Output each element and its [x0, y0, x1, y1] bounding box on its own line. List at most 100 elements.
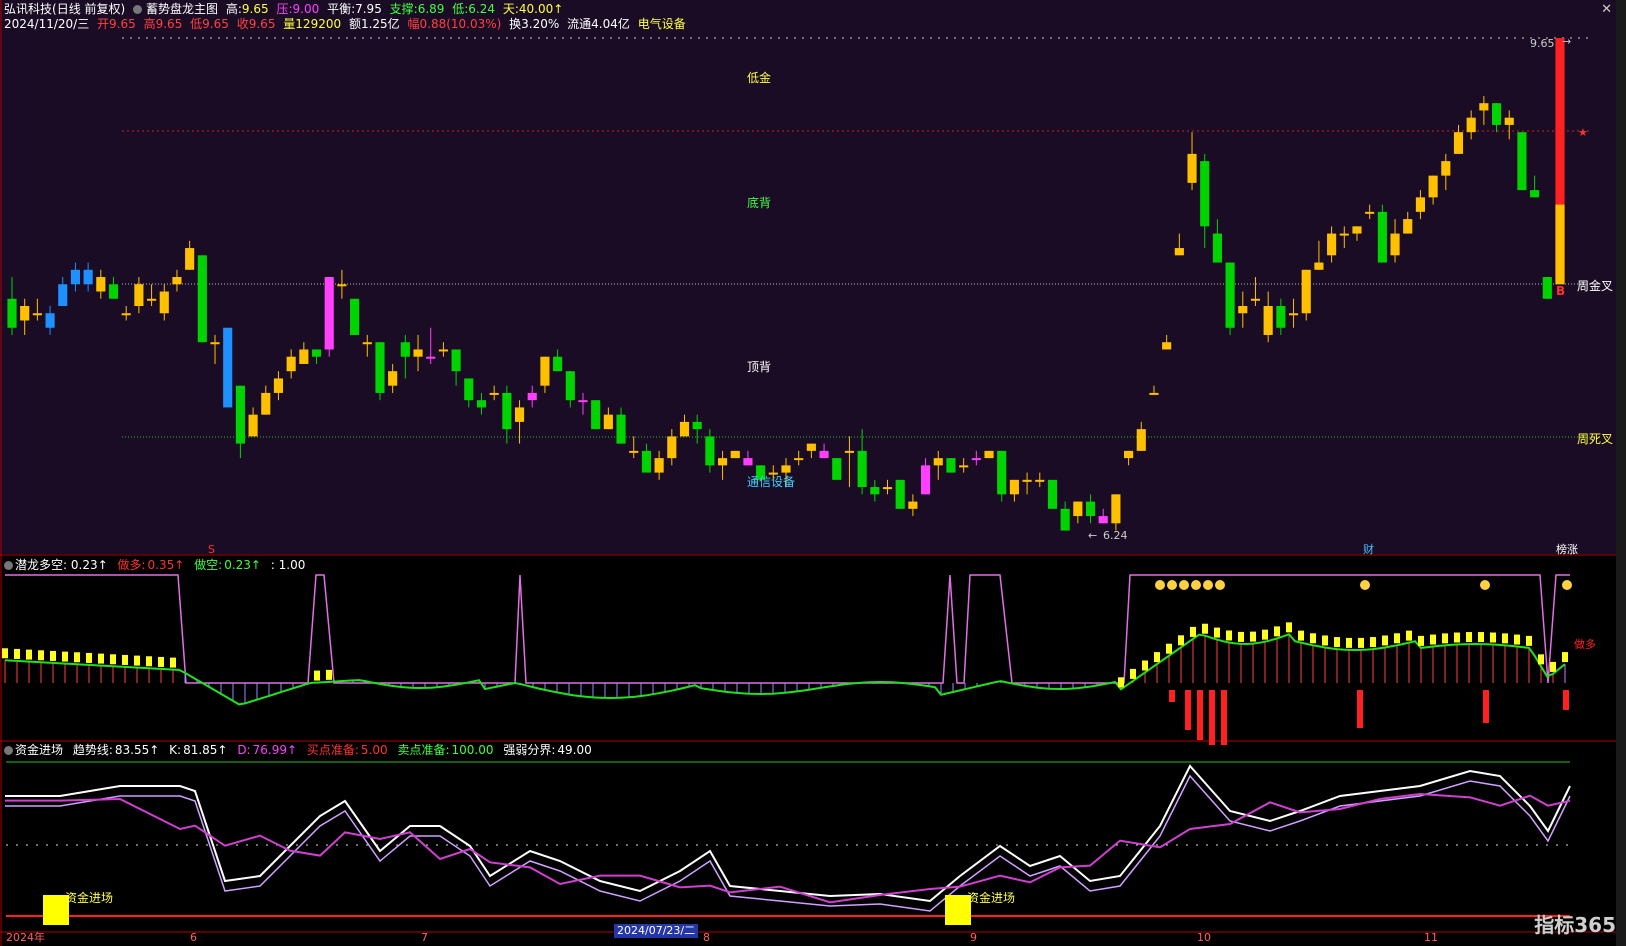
yellow-bar: [62, 651, 68, 662]
panel3-name[interactable]: 资金进场: [15, 743, 63, 757]
panel2-settings-icon[interactable]: [4, 561, 13, 570]
yellow-bar: [134, 655, 140, 666]
candle-body: [1517, 132, 1527, 191]
d-value: 76.99↑: [252, 743, 298, 757]
candle-body: [1301, 269, 1311, 314]
quote-change: 幅0.88(10.03%): [407, 17, 502, 31]
max-price-arrow-icon: →: [1562, 35, 1571, 48]
candle-body: [1085, 501, 1096, 517]
selected-date-box[interactable]: 2024/07/23/二: [614, 924, 699, 938]
candle-body: [70, 269, 81, 285]
panel3-settings-icon[interactable]: [4, 746, 13, 755]
sky-value: 40.00↑: [518, 2, 564, 16]
x-tick-label: 2024年: [6, 930, 45, 944]
candle-body: [1212, 233, 1222, 263]
candle-body: [197, 255, 207, 343]
candle-body: [1250, 298, 1261, 301]
sky-label: 天:: [502, 2, 519, 16]
yellow-bar: [38, 650, 44, 661]
candle-body: [147, 298, 157, 301]
x-tick-label: 10: [1197, 931, 1211, 944]
low-value: 6.24: [468, 2, 496, 16]
candle-body: [1327, 233, 1337, 256]
yellow-bar: [50, 650, 56, 661]
yellow-bar: [1214, 627, 1220, 638]
close-icon[interactable]: ✕: [1601, 2, 1612, 17]
candle-body: [514, 407, 525, 422]
candle-body: [299, 349, 309, 364]
week-gold-cross-label: 周金叉: [1577, 278, 1613, 293]
short-label: 做空:: [194, 558, 223, 572]
yellow-bar: [1478, 632, 1484, 643]
candle-body: [933, 458, 943, 466]
candle-body: [629, 450, 639, 453]
money-bag-icon: [1191, 580, 1201, 590]
candle-body: [1200, 161, 1210, 227]
money-bag-icon: [1215, 580, 1225, 590]
support-value: 6.89: [417, 2, 445, 16]
red-bar: [1169, 690, 1175, 702]
vertical-scrollbar[interactable]: [1616, 0, 1626, 946]
indicator-name[interactable]: 蓄势盘龙主图: [146, 2, 218, 16]
fin-mark: 财: [1363, 542, 1374, 556]
money-bag-icon: [1179, 580, 1189, 590]
x-tick-label: 7: [421, 931, 428, 944]
chart-canvas[interactable]: 低金 底背 顶背 通信设备 周金叉 周死叉 9.65 6.24 ← → ★ B …: [0, 0, 1626, 946]
quote-date: 2024/11/20/三: [4, 17, 90, 31]
quote-sector[interactable]: 电气设备: [638, 17, 686, 31]
quote-close: 收9.65: [236, 17, 276, 31]
sector-tag-label: 通信设备: [747, 475, 795, 489]
min-price-arrow-icon: ←: [1088, 529, 1097, 542]
week-death-cross-label: 周死叉: [1577, 432, 1613, 446]
candle-body: [476, 400, 487, 408]
candle-body: [591, 400, 601, 430]
candle-body: [1390, 233, 1400, 256]
sell-ready-value: 100.00: [451, 743, 494, 757]
stock-name[interactable]: 弘讯科技: [4, 2, 52, 16]
candle-body: [1238, 306, 1248, 314]
candle-body: [730, 450, 740, 459]
panel2-name[interactable]: 潜龙多空: [15, 558, 63, 572]
strength-value: 49.00: [557, 743, 592, 757]
candle-body: [502, 392, 512, 430]
candle-body: [870, 487, 880, 495]
x-tick-label: 8: [703, 931, 710, 944]
yellow-bar: [98, 653, 104, 664]
candle-body: [1162, 342, 1172, 350]
candle-body: [400, 342, 410, 357]
indicator-settings-icon[interactable]: [133, 5, 143, 14]
yellow-bar: [1550, 661, 1556, 672]
candle-body: [654, 458, 664, 473]
candle-body: [45, 313, 55, 328]
candle-body: [235, 385, 245, 444]
candle-body: [1314, 262, 1324, 270]
yellow-bar: [326, 669, 332, 680]
quote-float: 流通4.04亿: [567, 17, 630, 31]
candle-body: [1403, 219, 1413, 234]
candle-body: [553, 356, 563, 372]
period-label[interactable]: (日线 前复权): [52, 2, 125, 16]
yellow-bar: [26, 649, 32, 660]
candle-body: [1542, 277, 1552, 299]
candle-body: [527, 392, 537, 401]
low-label: 低:: [452, 2, 469, 16]
candle-body: [1428, 175, 1438, 198]
candle-body: [7, 298, 17, 328]
candle-body: [489, 392, 499, 395]
yellow-bar: [1154, 652, 1160, 663]
yellow-bar: [1394, 633, 1400, 644]
candle-body: [1530, 190, 1540, 198]
strength-label: 强弱分界:: [503, 743, 556, 757]
candle-body: [1365, 211, 1375, 214]
yellow-bar: [1286, 622, 1292, 633]
candle-body: [1339, 233, 1349, 236]
candle-body: [1377, 211, 1387, 263]
k-label: K:: [169, 743, 182, 757]
quote-high: 高9.65: [143, 17, 183, 31]
red-bar: [1221, 690, 1227, 745]
candle-body: [794, 458, 804, 461]
fund-entry-label: 资金进场: [967, 890, 1015, 905]
yellow-bar: [158, 656, 164, 667]
yellow-bar: [1130, 668, 1136, 679]
candle-body: [1149, 392, 1159, 395]
